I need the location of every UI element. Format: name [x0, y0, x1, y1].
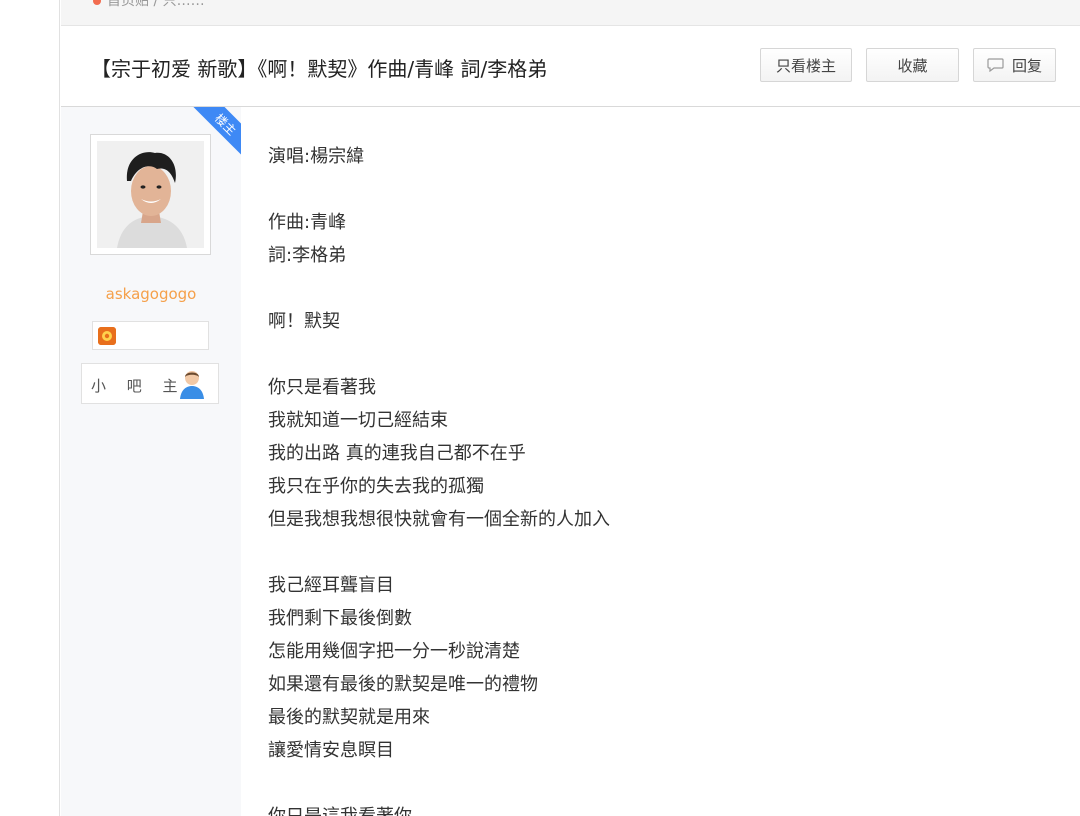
role-label: 小 吧 主 — [91, 377, 186, 395]
avatar-frame[interactable] — [90, 134, 211, 255]
lyric-line: 但是我想我想很快就會有一個全新的人加入 — [268, 509, 610, 530]
thread-header: 【宗于初爱 新歌】《啊！默契》作曲/青峰 詞/李格弟 只看楼主 收藏 回复 — [61, 27, 1080, 107]
page-left-gutter — [0, 0, 60, 816]
lyric-line: 如果還有最後的默契是唯一的禮物 — [268, 674, 538, 695]
avatar — [97, 141, 204, 248]
lyric-line: 我們剩下最後倒數 — [268, 608, 412, 629]
lyric-line: 你只是看著我 — [268, 377, 376, 398]
lyric-line: 你只是這我看著你 — [268, 800, 1048, 816]
breadcrumb-text[interactable]: 首页贴 / 只…… — [107, 0, 205, 9]
reply-button-label: 回复 — [1011, 56, 1042, 75]
lyric-line: 我就知道一切己經結束 — [268, 410, 448, 431]
level-badge[interactable] — [92, 321, 209, 350]
tieba-logo-icon — [93, 0, 101, 5]
favorite-button[interactable]: 收藏 — [866, 48, 959, 82]
lyric-line: 我只在乎你的失去我的孤獨 — [268, 476, 484, 497]
lyric-line: 我的出路 真的連我自己都不在乎 — [268, 443, 526, 464]
lyric-line: 啊！默契 — [268, 311, 340, 332]
lyric-line: 作曲:青峰 — [268, 212, 347, 233]
author-username[interactable]: askagogogo — [61, 285, 241, 303]
breadcrumb-bar: 首页贴 / 只…… — [61, 0, 1080, 26]
only-op-button[interactable]: 只看楼主 — [760, 48, 852, 82]
user-silhouette-icon — [180, 371, 204, 399]
breadcrumb[interactable]: 首页贴 / 只…… — [93, 0, 205, 10]
comment-bubble-icon — [987, 58, 1004, 72]
lyric-line: 讓愛情安息瞑目 — [268, 740, 394, 761]
level-badge-icon — [98, 327, 116, 345]
role-badge: 小 吧 主 — [81, 363, 219, 404]
lyric-line: 怎能用幾個字把一分一秒說清楚 — [268, 641, 520, 662]
reply-button[interactable]: 回复 — [973, 48, 1056, 82]
lyric-line: 演唱:楊宗緯 — [268, 146, 365, 167]
lyric-line: 最後的默契就是用來 — [268, 707, 430, 728]
author-sidebar: 楼主 askagogogo 小 吧 主 — [61, 107, 241, 816]
lyric-line: 詞:李格弟 — [268, 245, 347, 266]
thread-title: 【宗于初爱 新歌】《啊！默契》作曲/青峰 詞/李格弟 — [91, 57, 548, 81]
lyric-line: 我己經耳聾盲目 — [268, 575, 394, 596]
post-content: 演唱:楊宗緯 作曲:青峰詞:李格弟啊！默契你只是看著我我就知道一切己經結束我的出路… — [268, 140, 1048, 816]
